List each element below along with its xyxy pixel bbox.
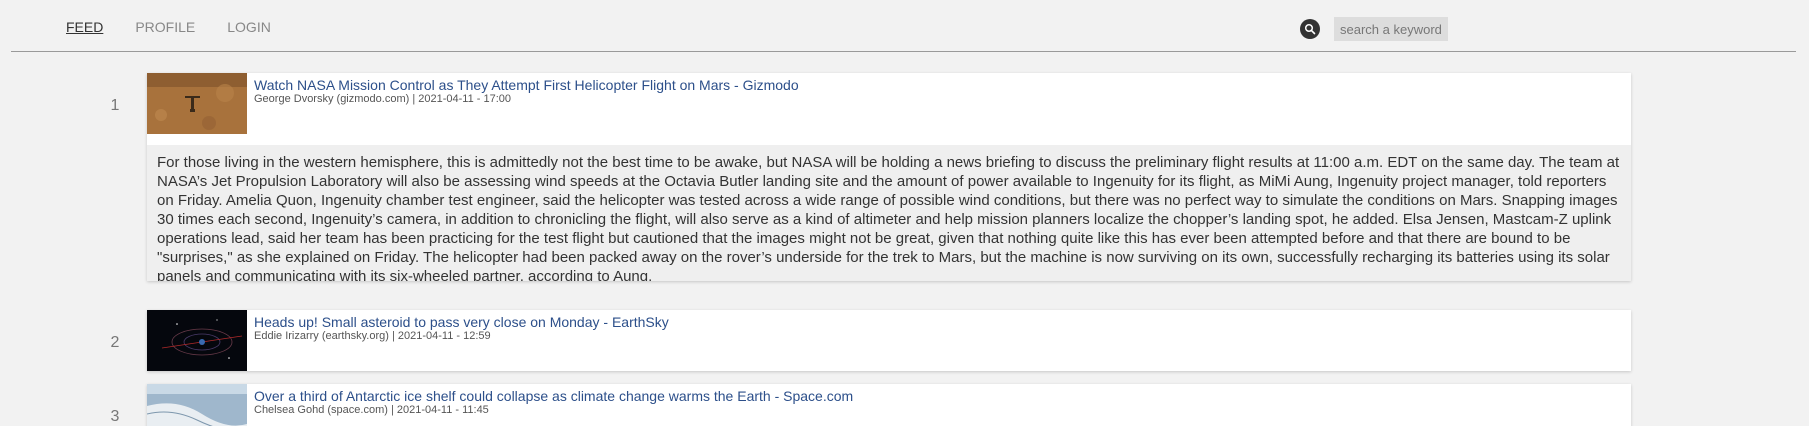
main-nav: FEED PROFILE LOGIN — [66, 19, 303, 35]
article-thumbnail[interactable] — [147, 73, 247, 134]
article-meta: George Dvorsky (gizmodo.com) | 2021-04-1… — [254, 93, 511, 105]
article-rank: 2 — [110, 334, 120, 351]
article-card: Heads up! Small asteroid to pass very cl… — [147, 310, 1631, 371]
article-thumbnail[interactable] — [147, 310, 247, 371]
article-title-link[interactable]: Over a third of Antarctic ice shelf coul… — [254, 388, 853, 404]
article-card: Watch NASA Mission Control as They Attem… — [147, 73, 1631, 281]
nav-feed-link[interactable]: FEED — [66, 19, 103, 35]
top-header: FEED PROFILE LOGIN — [0, 0, 1809, 52]
article-meta: Eddie Irizarry (earthsky.org) | 2021-04-… — [254, 330, 491, 342]
search-icon[interactable] — [1300, 19, 1320, 39]
article-summary: For those living in the western hemisphe… — [147, 145, 1631, 281]
search-input[interactable] — [1334, 17, 1448, 41]
header-divider — [11, 51, 1796, 52]
article-title-link[interactable]: Heads up! Small asteroid to pass very cl… — [254, 314, 669, 330]
article-title-link[interactable]: Watch NASA Mission Control as They Attem… — [254, 77, 799, 93]
nav-login-link[interactable]: LOGIN — [227, 19, 271, 35]
article-meta: Chelsea Gohd (space.com) | 2021-04-11 - … — [254, 404, 489, 416]
article-rank: 3 — [110, 408, 120, 425]
article-card: Over a third of Antarctic ice shelf coul… — [147, 384, 1631, 426]
search-bar — [1300, 17, 1448, 41]
nav-profile-link[interactable]: PROFILE — [135, 19, 195, 35]
article-rank: 1 — [110, 97, 120, 114]
article-thumbnail[interactable] — [147, 384, 247, 426]
